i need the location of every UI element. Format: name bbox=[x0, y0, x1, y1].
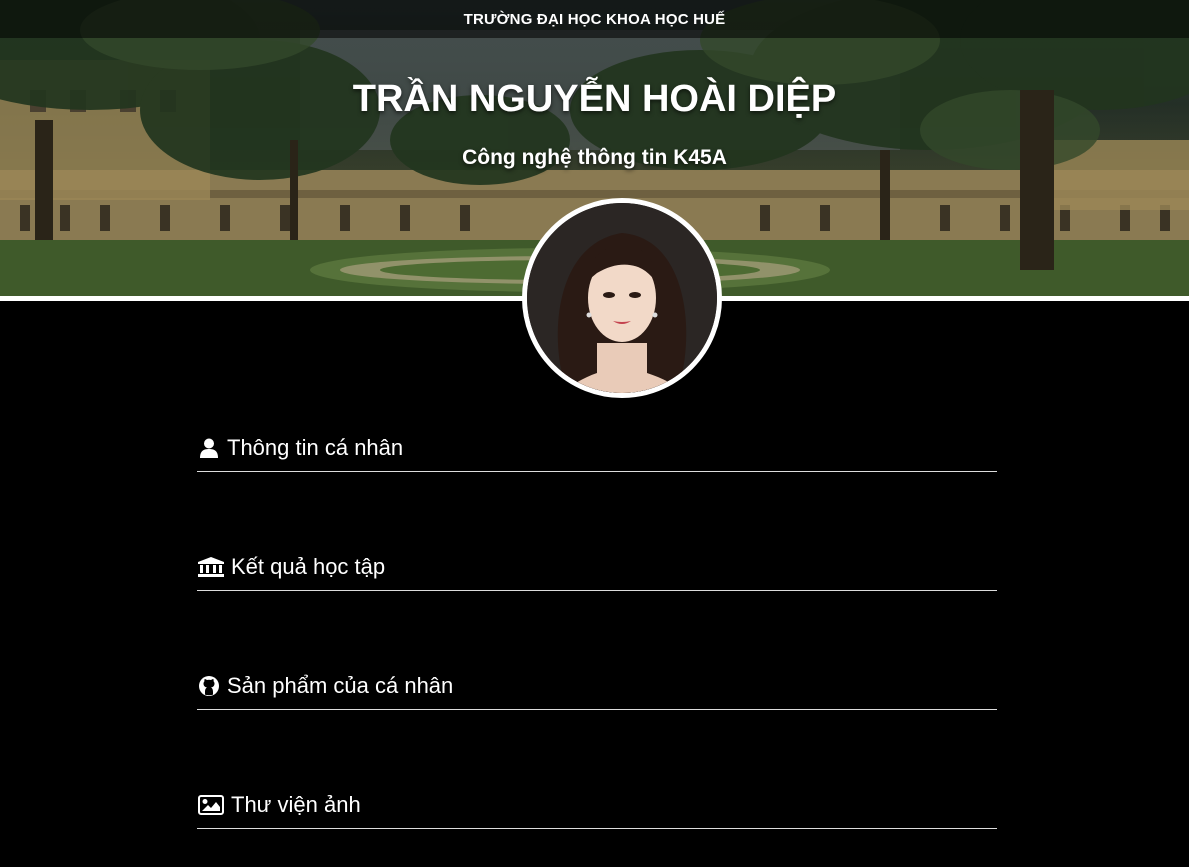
section-label: Kết quả học tập bbox=[231, 553, 386, 579]
university-icon bbox=[197, 556, 225, 578]
student-major: Công nghệ thông tin K45A bbox=[462, 146, 727, 169]
section-label: Sản phẩm của cá nhân bbox=[227, 672, 454, 698]
github-icon bbox=[197, 675, 221, 697]
image-icon bbox=[197, 794, 225, 816]
section-academic-results[interactable]: Kết quả học tập bbox=[197, 543, 997, 591]
school-name: TRƯỜNG ĐẠI HỌC KHOA HỌC HUẾ bbox=[463, 10, 726, 28]
section-personal-products[interactable]: Sản phẩm của cá nhân bbox=[197, 662, 997, 710]
section-photo-gallery[interactable]: Thư viện ảnh bbox=[197, 781, 997, 829]
user-icon bbox=[197, 437, 221, 459]
section-label: Thông tin cá nhân bbox=[227, 434, 404, 460]
section-personal-info[interactable]: Thông tin cá nhân bbox=[197, 424, 997, 472]
section-label: Thư viện ảnh bbox=[231, 791, 361, 817]
avatar bbox=[522, 198, 722, 398]
student-name: TRẦN NGUYỄN HOÀI DIỆP bbox=[352, 78, 837, 120]
top-bar: TRƯỜNG ĐẠI HỌC KHOA HỌC HUẾ bbox=[0, 0, 1189, 38]
profile-photo bbox=[527, 203, 717, 393]
